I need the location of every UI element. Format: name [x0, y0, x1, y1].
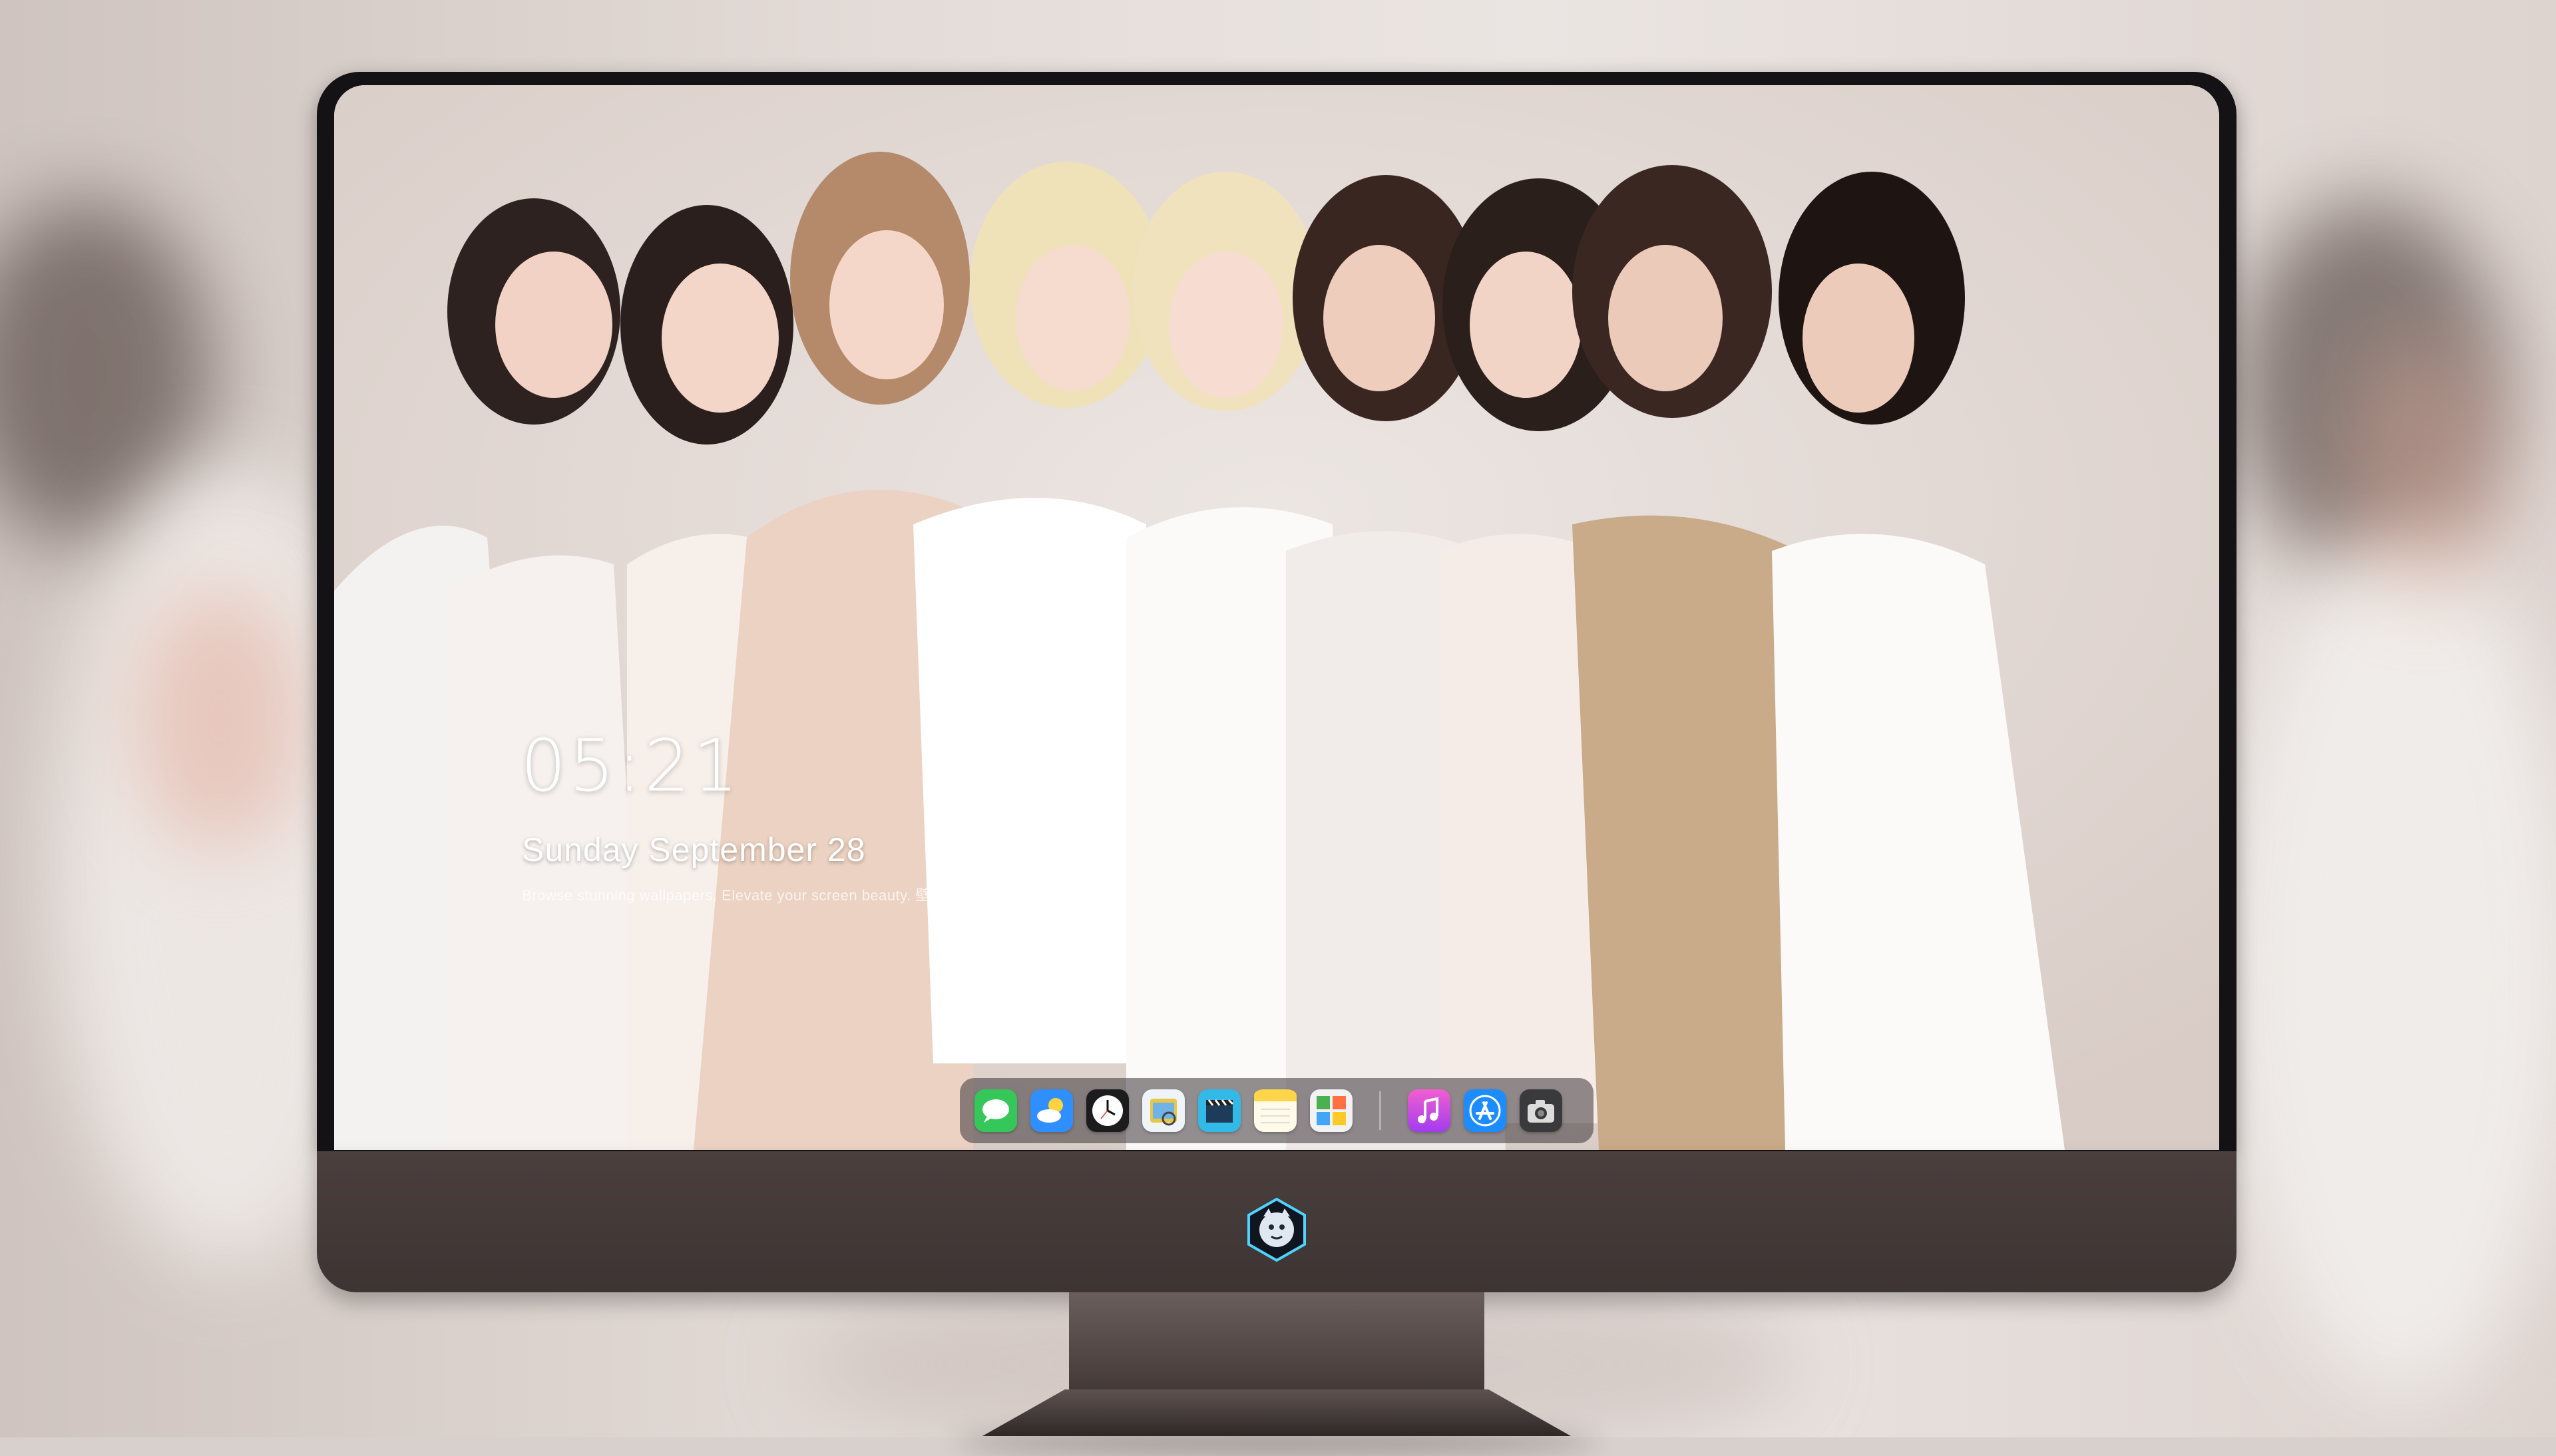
- wallpaper-tagline: Browse stunning wallpapers. Elevate your…: [522, 887, 1050, 904]
- desktop-screen: 05:21 Sunday September 28 Browse stunnin…: [334, 85, 2219, 1150]
- monitor-stand: [1069, 1292, 1484, 1392]
- monitor: 05:21 Sunday September 28 Browse stunnin…: [317, 72, 2236, 1456]
- clock-icon[interactable]: [1086, 1089, 1129, 1132]
- dock-separator: [1379, 1091, 1381, 1130]
- camera-icon[interactable]: [1520, 1089, 1562, 1132]
- clock-time: 05:21: [521, 725, 742, 808]
- brand-logo-icon: [1247, 1197, 1306, 1262]
- clapperboard-icon[interactable]: [1198, 1089, 1241, 1132]
- clock-date: Sunday September 28: [522, 831, 866, 868]
- photo-grid-icon[interactable]: [1310, 1089, 1353, 1132]
- preview-icon[interactable]: [1142, 1089, 1185, 1132]
- notes-icon[interactable]: [1254, 1089, 1297, 1132]
- dock: [960, 1078, 1594, 1143]
- wallpaper-photo: [334, 85, 2219, 1150]
- weather-icon[interactable]: [1030, 1089, 1073, 1132]
- music-note-icon[interactable]: [1408, 1089, 1450, 1132]
- app-store-icon[interactable]: [1464, 1089, 1506, 1132]
- monitor-stand-base: [982, 1389, 1571, 1436]
- messages-icon[interactable]: [974, 1089, 1017, 1132]
- monitor-bezel: 05:21 Sunday September 28 Browse stunnin…: [317, 72, 2236, 1151]
